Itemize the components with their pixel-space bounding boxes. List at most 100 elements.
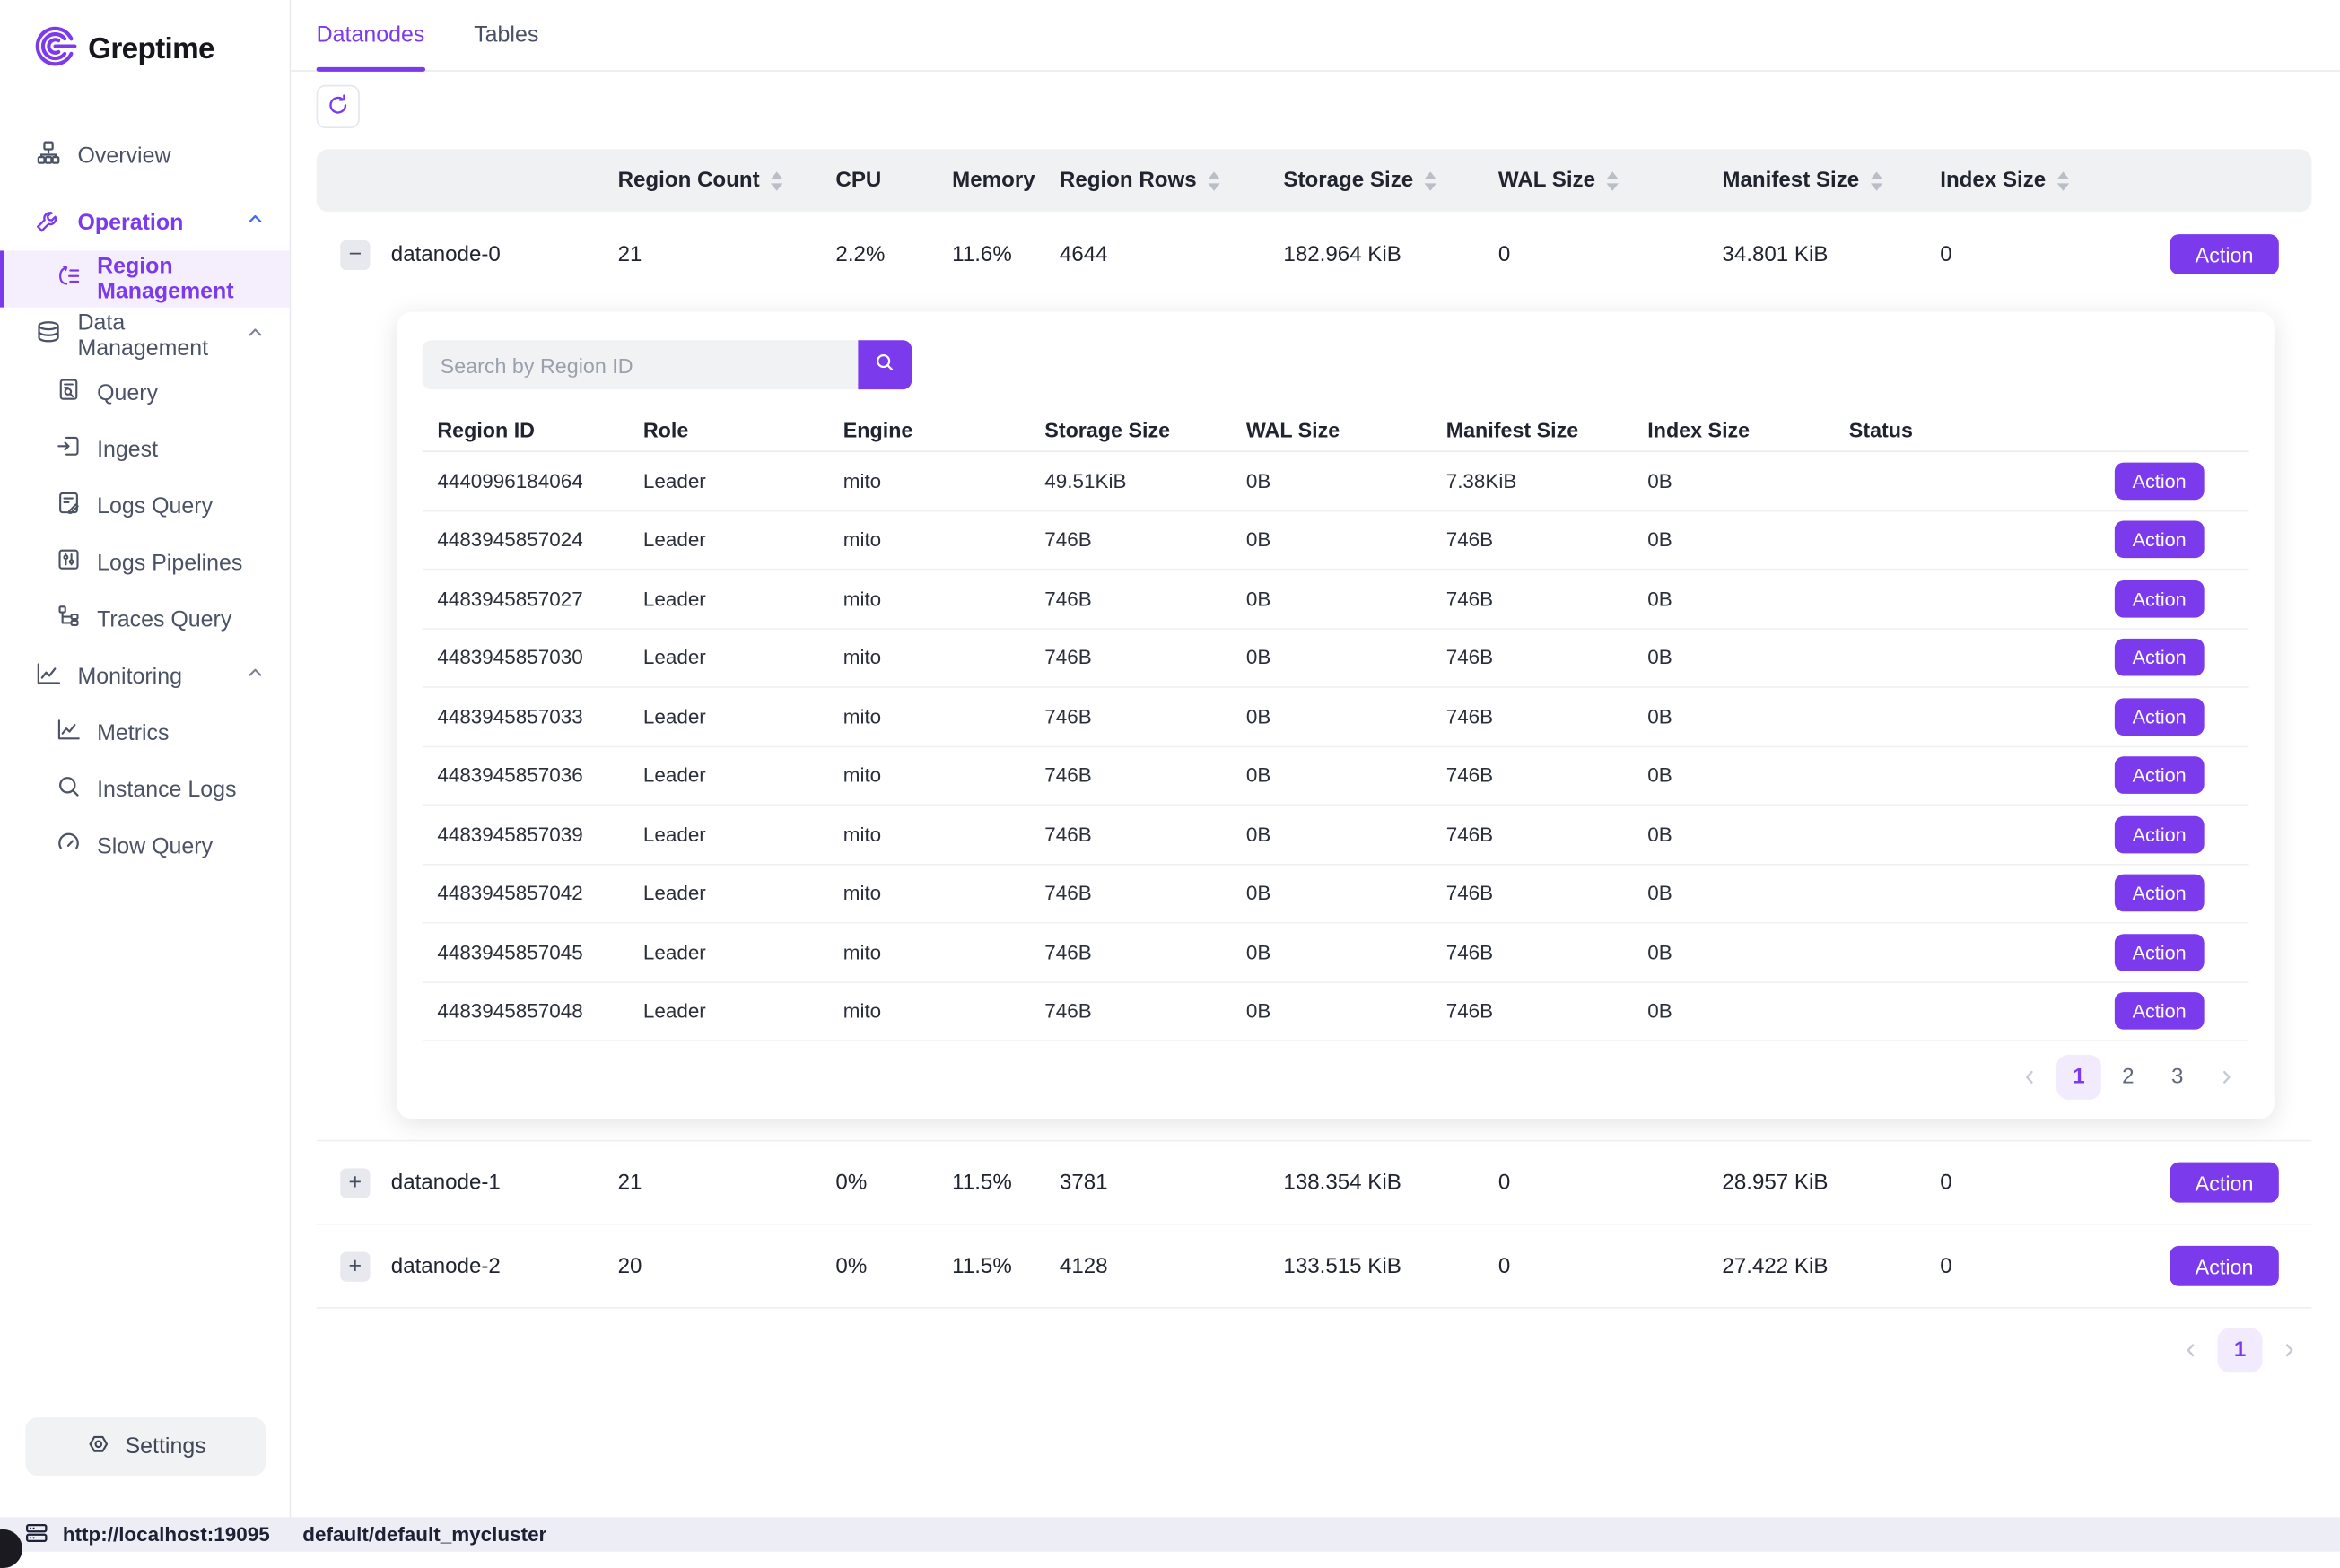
sidebar-item-traces-query[interactable]: Traces Query [0, 591, 290, 648]
col-wal-size[interactable]: WAL Size [1492, 169, 1716, 193]
expand-row-button[interactable]: + [340, 1251, 370, 1281]
region-search [423, 340, 2249, 389]
sidebar-section-data-management[interactable]: Data Management [0, 308, 290, 364]
sidebar-item-region-management[interactable]: Region Management [0, 250, 290, 307]
col-memory: Memory [947, 169, 1054, 193]
region-row: 4483945857036 Leader mito 746B 0B 746B 0… [423, 746, 2249, 806]
expand-row-button[interactable]: + [340, 1168, 370, 1198]
region-id-value: 4483945857039 [423, 823, 629, 846]
cpu-value: 0% [830, 1254, 947, 1278]
manifest-size-value: 746B [1431, 705, 1633, 727]
settings-button[interactable]: Settings [25, 1417, 266, 1476]
datanode-action-button[interactable]: Action [2170, 1246, 2278, 1286]
region-action-button[interactable]: Action [2115, 639, 2205, 676]
wal-size-value: 0 [1492, 1171, 1716, 1195]
region-action-button[interactable]: Action [2115, 580, 2205, 618]
col-label: CPU [835, 169, 881, 193]
sidebar-item-metrics[interactable]: Metrics [0, 704, 290, 761]
wal-size-value: 0 [1492, 1254, 1716, 1278]
wrench-icon [34, 205, 63, 240]
region-action-button[interactable]: Action [2115, 992, 2205, 1030]
page-1-button[interactable]: 1 [2056, 1055, 2101, 1100]
expanded-regions-wrap: Region ID Role Engine Storage Size WAL S… [317, 297, 2312, 1140]
page-2-button[interactable]: 2 [2106, 1055, 2151, 1100]
prev-page-button[interactable] [2007, 1055, 2052, 1100]
col-label: WAL Size [1498, 169, 1595, 193]
col-region-rows[interactable]: Region Rows [1053, 169, 1277, 193]
datanode-action-button[interactable]: Action [2170, 234, 2278, 274]
region-action-button[interactable]: Action [2115, 698, 2205, 736]
table-row: + datanode-2 20 0% 11.5% 4128 133.515 Ki… [317, 1225, 2312, 1309]
sidebar-item-query[interactable]: Query [0, 364, 290, 421]
region-action-button[interactable]: Action [2115, 462, 2205, 500]
cpu-value: 0% [830, 1171, 947, 1195]
engine-value: mito [828, 882, 1030, 904]
sidebar-item-logs-query[interactable]: Logs Query [0, 477, 290, 534]
cluster-name[interactable]: default/default_mycluster [302, 1523, 546, 1546]
index-size-value: 0B [1633, 823, 1835, 846]
memory-value: 11.5% [947, 1171, 1054, 1195]
sidebar-section-operation[interactable]: Operation [0, 194, 290, 250]
col-label: Storage Size [1283, 169, 1413, 193]
gauge-icon [56, 830, 83, 863]
chevron-left-icon [2180, 1340, 2201, 1361]
index-size-value: 0B [1633, 1000, 1835, 1023]
region-action-button[interactable]: Action [2115, 934, 2205, 971]
tab-datanodes[interactable]: Datanodes [317, 0, 425, 70]
sidebar-item-instance-logs[interactable]: Instance Logs [0, 761, 290, 817]
sort-icon [769, 170, 785, 192]
sidebar-item-slow-query[interactable]: Slow Query [0, 817, 290, 874]
manifest-size-value: 34.801 KiB [1716, 242, 1934, 266]
wal-size-value: 0B [1231, 941, 1431, 963]
tab-tables[interactable]: Tables [474, 0, 538, 70]
sidebar-item-label: Logs Query [97, 493, 213, 518]
col-manifest-size[interactable]: Manifest Size [1716, 169, 1934, 193]
page-3-button[interactable]: 3 [2155, 1055, 2200, 1100]
region-action-button[interactable]: Action [2115, 815, 2205, 853]
brand-logo: Greptime [0, 0, 290, 76]
ingest-icon [56, 432, 83, 466]
region-row: 4483945857033 Leader mito 746B 0B 746B 0… [423, 688, 2249, 747]
role-value: Leader [628, 941, 828, 963]
sliders-icon [56, 546, 83, 579]
region-action-button[interactable]: Action [2115, 757, 2205, 795]
region-action-button[interactable]: Action [2115, 521, 2205, 559]
col-region-count[interactable]: Region Count [612, 169, 830, 193]
sidebar-section-label: Monitoring [77, 663, 182, 688]
col-storage-size[interactable]: Storage Size [1278, 169, 1493, 193]
region-row: 4440996184064 Leader mito 49.51KiB 0B 7.… [423, 452, 2249, 511]
index-size-value: 0B [1633, 470, 1835, 492]
col-role: Role [628, 417, 828, 441]
server-url[interactable]: http://localhost:19095 [63, 1523, 270, 1546]
sidebar-item-logs-pipelines[interactable]: Logs Pipelines [0, 534, 290, 590]
sidebar-item-ingest[interactable]: Ingest [0, 421, 290, 477]
region-list-icon [56, 263, 83, 296]
collapse-row-button[interactable]: − [340, 240, 370, 269]
storage-size-value: 746B [1030, 647, 1232, 669]
region-action-button[interactable]: Action [2115, 875, 2205, 912]
index-size-value: 0 [1934, 242, 2150, 266]
sidebar: Greptime Overview [0, 0, 291, 1518]
datanode-action-button[interactable]: Action [2170, 1163, 2278, 1203]
next-page-button[interactable] [2205, 1055, 2249, 1100]
refresh-button[interactable] [317, 85, 360, 128]
prev-page-button[interactable] [2169, 1328, 2213, 1372]
sidebar-section-label: Operation [77, 210, 183, 235]
col-index-size[interactable]: Index Size [1934, 169, 2150, 193]
storage-size-value: 746B [1030, 528, 1232, 551]
regions-pagination: 1 2 3 [423, 1055, 2249, 1100]
sidebar-item-overview[interactable]: Overview [0, 126, 290, 183]
status-bar: http://localhost:19095 default/default_m… [0, 1518, 2340, 1552]
region-row: 4483945857024 Leader mito 746B 0B 746B 0… [423, 511, 2249, 571]
wal-size-value: 0 [1492, 242, 1716, 266]
region-search-button[interactable] [858, 340, 912, 389]
page-1-button[interactable]: 1 [2218, 1328, 2263, 1372]
sidebar-section-monitoring[interactable]: Monitoring [0, 648, 290, 704]
greptime-logo-icon [33, 24, 78, 76]
role-value: Leader [628, 470, 828, 492]
next-page-button[interactable] [2267, 1328, 2312, 1372]
region-search-input[interactable] [423, 340, 859, 389]
datanode-name: datanode-2 [385, 1254, 612, 1278]
magnifier-icon [56, 773, 83, 806]
chart-line-icon [34, 658, 63, 693]
